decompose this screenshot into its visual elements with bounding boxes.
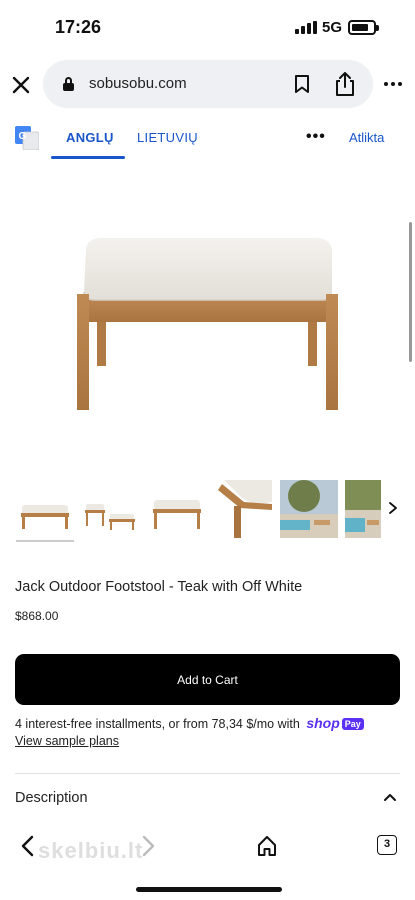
browser-bottom-bar: skelbiu.lt 3 [0, 820, 415, 900]
browser-toolbar: sobusobu.com [0, 56, 415, 114]
share-icon [336, 72, 354, 96]
thumbnail-selected-indicator [16, 540, 74, 542]
home-icon [258, 836, 276, 856]
close-icon [12, 76, 30, 94]
home-indicator [136, 887, 282, 892]
signal-icon [295, 21, 317, 34]
tabs-button[interactable]: 3 [377, 835, 397, 855]
thumbnail-6[interactable] [345, 480, 381, 538]
thumbnail-strip [0, 478, 415, 548]
status-bar: 17:26 5G [0, 0, 415, 56]
network-label: 5G [322, 19, 343, 36]
chevron-up-icon[interactable] [382, 790, 398, 802]
chevron-right-icon [389, 502, 397, 514]
add-to-cart-button[interactable]: Add to Cart [15, 654, 400, 705]
google-translate-icon[interactable]: G [15, 126, 40, 151]
thumbnail-1[interactable] [16, 480, 74, 538]
thumbnail-5[interactable] [280, 480, 338, 538]
shop-pay-badge: Pay [341, 718, 364, 730]
view-sample-plans-link[interactable]: View sample plans [15, 734, 119, 748]
translate-bar: G ANGLŲ LIETUVIŲ ••• Atlikta [0, 116, 415, 160]
close-button[interactable] [6, 70, 36, 100]
lock-icon [63, 77, 74, 91]
url-text: sobusobu.com [89, 75, 187, 92]
translate-done-button[interactable]: Atlikta [349, 130, 384, 145]
home-button[interactable] [256, 834, 278, 858]
chevron-right-icon [142, 835, 155, 857]
thumbnail-3[interactable] [148, 480, 206, 538]
installments-info: 4 interest-free installments, or from 78… [15, 715, 364, 731]
battery-icon [348, 20, 379, 35]
bookmark-button[interactable] [291, 73, 313, 95]
watermark: skelbiu.lt [38, 838, 144, 863]
shop-pay-logo: shop [306, 715, 340, 731]
svg-text:G: G [19, 131, 27, 142]
back-button[interactable] [18, 834, 38, 858]
bookmark-icon [295, 75, 309, 93]
product-main-image[interactable] [20, 170, 390, 450]
divider [15, 773, 400, 774]
thumbnail-2[interactable] [82, 480, 140, 538]
more-icon [384, 82, 402, 86]
chevron-left-icon [21, 835, 34, 857]
active-tab-indicator [51, 156, 125, 159]
translate-more-button[interactable]: ••• [306, 128, 326, 146]
product-price: $868.00 [15, 609, 59, 623]
tab-source-language[interactable]: ANGLŲ [66, 130, 114, 145]
address-bar[interactable]: sobusobu.com [43, 60, 373, 108]
description-toggle[interactable]: Description [15, 790, 88, 806]
more-menu-button[interactable] [382, 73, 404, 95]
tab-target-language[interactable]: LIETUVIŲ [137, 130, 198, 145]
product-title: Jack Outdoor Footstool - Teak with Off W… [15, 579, 303, 595]
share-button[interactable] [332, 70, 358, 98]
forward-button[interactable] [138, 834, 158, 858]
status-time: 17:26 [55, 17, 102, 37]
installments-text: 4 interest-free installments, or from 78… [15, 717, 300, 731]
thumbnails-next-button[interactable] [386, 500, 400, 516]
scrollbar[interactable] [409, 222, 412, 362]
thumbnail-4[interactable] [214, 480, 272, 538]
